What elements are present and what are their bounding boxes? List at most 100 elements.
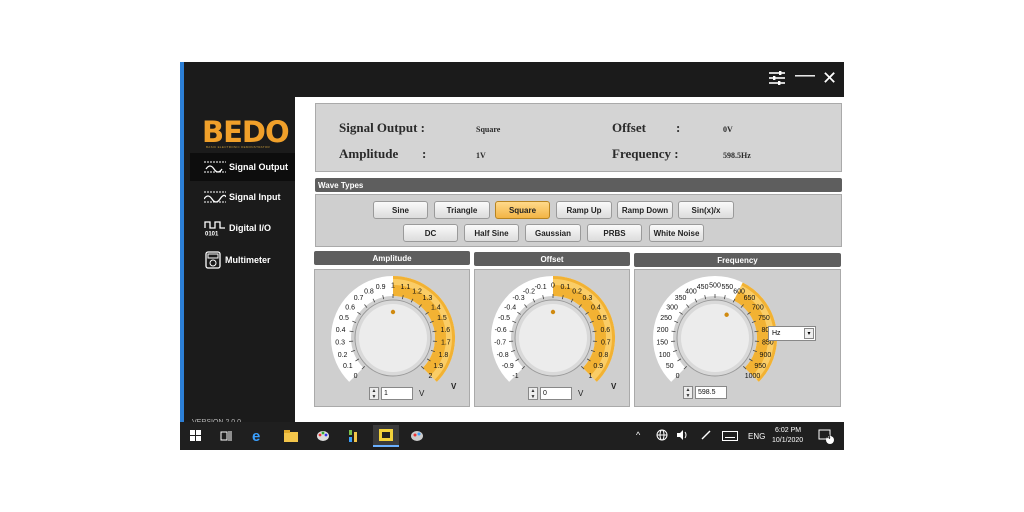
main-content: Signal Output : Square Amplitude : 1V Of… xyxy=(295,97,844,422)
sidebar-item-signal-output[interactable]: Signal Output xyxy=(190,153,298,181)
frequency-tick-label: 350 xyxy=(675,295,687,302)
app-icon[interactable] xyxy=(347,429,359,446)
wave-ramp-down-button[interactable]: Ramp Down xyxy=(617,201,673,219)
offset-panel: -1 -0.9 -0.8 -0.7 -0.6 -0.5 -0.4 -0.3 -0.2 -0.1 0 0… xyxy=(474,269,630,407)
amplitude-tick-label: 0.1 xyxy=(343,363,353,370)
amplitude-tick-label: 0.5 xyxy=(339,315,349,322)
frequency-value: 598.5Hz xyxy=(723,151,751,160)
offset-tick-label: 0.4 xyxy=(591,304,601,311)
offset-tick-label: 0.5 xyxy=(597,315,607,322)
offset-tick-label: -0.7 xyxy=(494,340,506,347)
offset-input[interactable]: 0 xyxy=(540,386,572,400)
offset-tick-label: 0.9 xyxy=(593,363,603,370)
frequency-tick-label: 950 xyxy=(754,363,766,370)
notifications-icon[interactable] xyxy=(818,428,834,447)
sidebar-item-label: Signal Input xyxy=(229,192,281,202)
windows-start-icon[interactable] xyxy=(190,430,202,445)
digital-io-icon: 0101 xyxy=(204,221,225,237)
offset-tick-label: -0.5 xyxy=(498,315,510,322)
amplitude-tick-label: 1.3 xyxy=(423,295,433,302)
pen-icon[interactable] xyxy=(700,429,712,444)
offset-stepper[interactable]: ▲ ▼ 0 V xyxy=(528,386,583,400)
title-bar: — ✕ xyxy=(180,62,844,97)
wave-prbs-button[interactable]: PRBS xyxy=(587,224,642,242)
offset-knob[interactable]: -1-0.9-0.8-0.7-0.6-0.5-0.4-0.3-0.2-0.1 0 0… xyxy=(475,270,631,390)
wave-gaussian-button[interactable]: Gaussian xyxy=(525,224,581,242)
close-button[interactable]: ✕ xyxy=(822,68,837,88)
paint-icon[interactable] xyxy=(316,429,330,446)
clock-time[interactable]: 6:02 PM xyxy=(775,427,801,434)
file-explorer-icon[interactable] xyxy=(284,430,298,445)
wave-sinc-button[interactable]: Sin(x)/x xyxy=(678,201,734,219)
amplitude-panel: 0 0.1 0.2 0.3 0.4 0.5 0.6 0.7 0.8 0.9 1 1.1 1.2 1.3 1.… xyxy=(314,269,470,407)
labview-taskbar-button[interactable] xyxy=(373,425,399,447)
edge-icon[interactable]: e xyxy=(252,428,260,445)
amplitude-stepper-arrows[interactable]: ▲ ▼ xyxy=(369,386,379,400)
amplitude-tick-label: 1.6 xyxy=(440,327,450,334)
wave-white-noise-button[interactable]: White Noise xyxy=(649,224,704,242)
amplitude-colon: : xyxy=(422,146,427,161)
language-indicator[interactable]: ENG xyxy=(748,432,765,441)
sliders-icon[interactable] xyxy=(768,69,786,91)
frequency-tick-label: 150 xyxy=(656,340,668,347)
frequency-stepper[interactable]: ▲ ▼ 598.5 xyxy=(683,385,727,399)
frequency-stepper-arrows[interactable]: ▲ ▼ xyxy=(683,385,693,399)
wave-types-panel: Sine Triangle Square Ramp Up Ramp Down S… xyxy=(315,194,842,247)
wave-sine-button[interactable]: Sine xyxy=(373,201,428,219)
offset-tick-label: -0.4 xyxy=(504,304,516,311)
amplitude-label: Amplitude xyxy=(339,146,399,161)
amplitude-tick-label: 0.6 xyxy=(345,304,355,311)
clock-date[interactable]: 10/1/2020 xyxy=(772,437,803,444)
paint-3d-icon[interactable] xyxy=(410,429,424,446)
amplitude-tick-label: 0.4 xyxy=(336,327,346,334)
keyboard-icon[interactable] xyxy=(722,430,738,444)
frequency-tick-label: 200 xyxy=(657,327,669,334)
amplitude-knob-face[interactable] xyxy=(359,304,427,372)
frequency-tick-label: 650 xyxy=(744,295,756,302)
frequency-knob-face[interactable] xyxy=(681,304,749,372)
sidebar-item-multimeter[interactable]: Multimeter xyxy=(190,246,298,274)
frequency-tick-label: 500 xyxy=(709,283,721,290)
amplitude-input[interactable]: 1 xyxy=(381,386,413,400)
wave-ramp-up-button[interactable]: Ramp Up xyxy=(556,201,612,219)
sidebar-item-signal-input[interactable]: Signal Input xyxy=(190,183,298,211)
wave-dc-button[interactable]: DC xyxy=(403,224,458,242)
amplitude-tick-label: 1 xyxy=(391,283,395,290)
frequency-input[interactable]: 598.5 xyxy=(695,385,727,399)
frequency-tick-label: 100 xyxy=(659,352,671,359)
volume-icon[interactable] xyxy=(676,429,690,444)
signal-info-panel: Signal Output : Square Amplitude : 1V Of… xyxy=(315,103,842,172)
svg-text:0101: 0101 xyxy=(205,232,219,237)
amplitude-tick-label: 0.3 xyxy=(335,340,345,347)
amplitude-knob[interactable]: 00.1 0.2 0.3 0.4 0.5 0.6 0.70.80.9 1 1.11.21.3 1.… xyxy=(315,270,471,390)
frequency-tick-label: 250 xyxy=(660,315,672,322)
amplitude-dial-unit: V xyxy=(451,382,457,391)
amplitude-stepper[interactable]: ▲ ▼ 1 V xyxy=(369,386,424,400)
offset-stepper-arrows[interactable]: ▲ ▼ xyxy=(528,386,538,400)
frequency-tick-label: 700 xyxy=(752,304,764,311)
frequency-tick-label: 550 xyxy=(722,284,734,291)
wave-half-sine-button[interactable]: Half Sine xyxy=(464,224,519,242)
amplitude-header: Amplitude xyxy=(314,251,470,265)
frequency-unit-select[interactable]: Hz ▾ xyxy=(768,326,816,341)
offset-knob-face[interactable] xyxy=(519,304,587,372)
amplitude-tick-label: 2 xyxy=(429,373,433,380)
frequency-unit-value: Hz xyxy=(772,330,781,337)
wave-square-button[interactable]: Square xyxy=(495,201,550,219)
frequency-tick-label: 750 xyxy=(758,315,770,322)
amplitude-tick-label: 1.1 xyxy=(401,284,411,291)
minimize-button[interactable]: — xyxy=(795,65,815,85)
signal-input-icon xyxy=(204,191,226,203)
task-view-icon[interactable] xyxy=(220,430,232,445)
frequency-knob-indicator xyxy=(724,312,729,317)
tray-overflow-icon[interactable]: ^ xyxy=(636,430,640,440)
wave-types-header: Wave Types xyxy=(315,178,842,192)
amplitude-tick-label: 1.5 xyxy=(437,315,447,322)
network-icon[interactable] xyxy=(656,429,668,444)
offset-input-unit: V xyxy=(578,388,584,398)
sidebar-item-digital-io[interactable]: 0101 Digital I/O xyxy=(190,214,298,242)
offset-tick-label: -0.9 xyxy=(502,363,514,370)
chevron-down-icon[interactable]: ▾ xyxy=(804,328,814,339)
frequency-label: Frequency : xyxy=(612,146,679,161)
wave-triangle-button[interactable]: Triangle xyxy=(434,201,490,219)
